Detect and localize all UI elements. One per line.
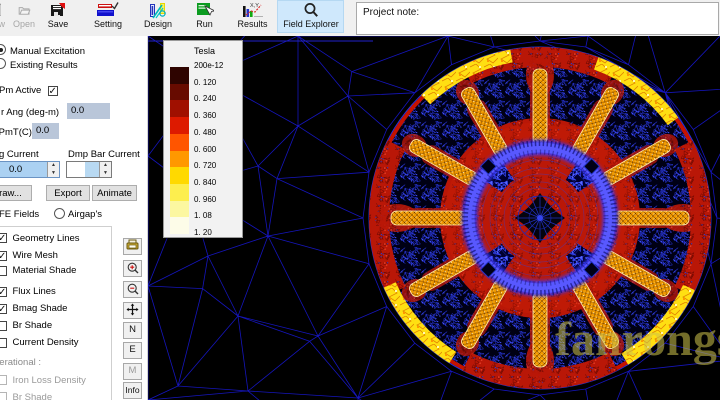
svg-text:fanrongs: fanrongs	[555, 313, 720, 366]
svg-text:X,Y: X,Y	[250, 3, 259, 9]
